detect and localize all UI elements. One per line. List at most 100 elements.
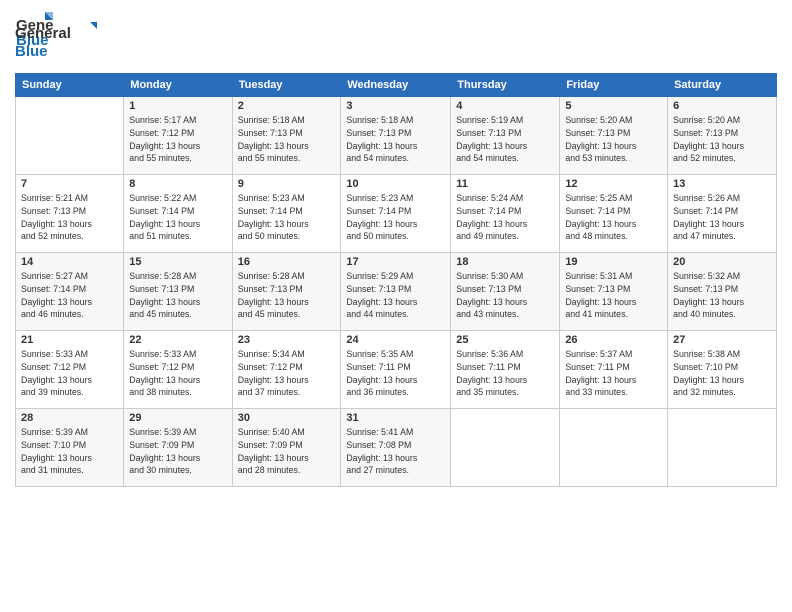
day-number: 3 bbox=[346, 100, 445, 112]
day-number: 11 bbox=[456, 178, 554, 190]
day-number: 14 bbox=[21, 256, 118, 268]
day-info: Sunrise: 5:18 AM Sunset: 7:13 PM Dayligh… bbox=[346, 114, 445, 165]
day-cell: 18Sunrise: 5:30 AM Sunset: 7:13 PM Dayli… bbox=[451, 253, 560, 331]
day-info: Sunrise: 5:41 AM Sunset: 7:08 PM Dayligh… bbox=[346, 426, 445, 477]
day-cell: 30 Sunrise: 5:40 AM Sunset: 7:09 PM Dayli… bbox=[232, 409, 341, 487]
day-cell: 24Sunrise: 5:35 AM Sunset: 7:11 PM Dayli… bbox=[341, 331, 451, 409]
day-cell bbox=[16, 97, 124, 175]
day-info: Sunrise: 5:37 AM Sunset: 7:11 PM Dayligh… bbox=[565, 348, 662, 399]
day-number: 31 bbox=[346, 412, 445, 424]
day-number: 21 bbox=[21, 334, 118, 346]
svg-text:General: General bbox=[15, 25, 71, 42]
day-cell: 21 Sunrise: 5:33 AM Sunset: 7:12 PM Dayli… bbox=[16, 331, 124, 409]
day-info: Sunrise: 5:36 AM Sunset: 7:11 PM Dayligh… bbox=[456, 348, 554, 399]
day-info: Sunrise: 5:32 AM Sunset: 7:13 PM Dayligh… bbox=[673, 270, 771, 321]
svg-text:Blue: Blue bbox=[15, 43, 48, 60]
week-row-2: 7 Sunrise: 5:21 AM Sunset: 7:13 PM Daylig… bbox=[16, 175, 777, 253]
day-number: 19 bbox=[565, 256, 662, 268]
day-info: Sunrise: 5:25 AM Sunset: 7:14 PM Dayligh… bbox=[565, 192, 662, 243]
day-cell: 13 Sunrise: 5:26 AM Sunset: 7:14 PM Dayli… bbox=[668, 175, 777, 253]
day-cell: 7 Sunrise: 5:21 AM Sunset: 7:13 PM Daylig… bbox=[16, 175, 124, 253]
day-cell: 9 Sunrise: 5:23 AM Sunset: 7:14 PM Daylig… bbox=[232, 175, 341, 253]
day-info: Sunrise: 5:17 AM Sunset: 7:12 PM Dayligh… bbox=[129, 114, 226, 165]
day-cell bbox=[451, 409, 560, 487]
day-number: 30 bbox=[238, 412, 336, 424]
week-row-1: 1 Sunrise: 5:17 AM Sunset: 7:12 PM Daylig… bbox=[16, 97, 777, 175]
day-cell: 27 Sunrise: 5:38 AM Sunset: 7:10 PM Dayli… bbox=[668, 331, 777, 409]
day-cell: 17 Sunrise: 5:29 AM Sunset: 7:13 PM Dayli… bbox=[341, 253, 451, 331]
day-info: Sunrise: 5:33 AM Sunset: 7:12 PM Dayligh… bbox=[21, 348, 118, 399]
day-info: Sunrise: 5:23 AM Sunset: 7:14 PM Dayligh… bbox=[238, 192, 336, 243]
day-number: 25 bbox=[456, 334, 554, 346]
day-info: Sunrise: 5:21 AM Sunset: 7:13 PM Dayligh… bbox=[21, 192, 118, 243]
day-number: 4 bbox=[456, 100, 554, 112]
day-info: Sunrise: 5:34 AM Sunset: 7:12 PM Dayligh… bbox=[238, 348, 336, 399]
day-number: 8 bbox=[129, 178, 226, 190]
day-number: 28 bbox=[21, 412, 118, 424]
day-info: Sunrise: 5:28 AM Sunset: 7:13 PM Dayligh… bbox=[129, 270, 226, 321]
day-cell: 3 Sunrise: 5:18 AM Sunset: 7:13 PM Daylig… bbox=[341, 97, 451, 175]
day-cell: 6 Sunrise: 5:20 AM Sunset: 7:13 PM Daylig… bbox=[668, 97, 777, 175]
day-info: Sunrise: 5:20 AM Sunset: 7:13 PM Dayligh… bbox=[673, 114, 771, 165]
day-number: 13 bbox=[673, 178, 771, 190]
day-info: Sunrise: 5:19 AM Sunset: 7:13 PM Dayligh… bbox=[456, 114, 554, 165]
col-header-saturday: Saturday bbox=[668, 74, 777, 97]
day-number: 26 bbox=[565, 334, 662, 346]
day-cell: 22 Sunrise: 5:33 AM Sunset: 7:12 PM Dayli… bbox=[124, 331, 232, 409]
day-number: 12 bbox=[565, 178, 662, 190]
day-number: 6 bbox=[673, 100, 771, 112]
day-cell bbox=[668, 409, 777, 487]
day-number: 17 bbox=[346, 256, 445, 268]
col-header-sunday: Sunday bbox=[16, 74, 124, 97]
week-row-5: 28 Sunrise: 5:39 AM Sunset: 7:10 PM Dayli… bbox=[16, 409, 777, 487]
day-info: Sunrise: 5:29 AM Sunset: 7:13 PM Dayligh… bbox=[346, 270, 445, 321]
day-number: 10 bbox=[346, 178, 445, 190]
day-info: Sunrise: 5:22 AM Sunset: 7:14 PM Dayligh… bbox=[129, 192, 226, 243]
day-info: Sunrise: 5:35 AM Sunset: 7:11 PM Dayligh… bbox=[346, 348, 445, 399]
day-info: Sunrise: 5:26 AM Sunset: 7:14 PM Dayligh… bbox=[673, 192, 771, 243]
day-cell: 25 Sunrise: 5:36 AM Sunset: 7:11 PM Dayli… bbox=[451, 331, 560, 409]
day-cell: 8 Sunrise: 5:22 AM Sunset: 7:14 PM Daylig… bbox=[124, 175, 232, 253]
logo-svg: General Blue bbox=[15, 20, 105, 62]
calendar-table: SundayMondayTuesdayWednesdayThursdayFrid… bbox=[15, 73, 777, 487]
day-cell: 23 Sunrise: 5:34 AM Sunset: 7:12 PM Dayli… bbox=[232, 331, 341, 409]
day-cell: 26 Sunrise: 5:37 AM Sunset: 7:11 PM Dayli… bbox=[560, 331, 668, 409]
header: General Blue General Blue bbox=[15, 10, 777, 67]
col-header-friday: Friday bbox=[560, 74, 668, 97]
day-cell: 19 Sunrise: 5:31 AM Sunset: 7:13 PM Dayli… bbox=[560, 253, 668, 331]
col-header-tuesday: Tuesday bbox=[232, 74, 341, 97]
day-number: 16 bbox=[238, 256, 336, 268]
day-cell: 11Sunrise: 5:24 AM Sunset: 7:14 PM Dayli… bbox=[451, 175, 560, 253]
day-cell: 12 Sunrise: 5:25 AM Sunset: 7:14 PM Dayli… bbox=[560, 175, 668, 253]
day-info: Sunrise: 5:28 AM Sunset: 7:13 PM Dayligh… bbox=[238, 270, 336, 321]
day-number: 1 bbox=[129, 100, 226, 112]
day-number: 18 bbox=[456, 256, 554, 268]
col-header-wednesday: Wednesday bbox=[341, 74, 451, 97]
day-number: 2 bbox=[238, 100, 336, 112]
day-number: 29 bbox=[129, 412, 226, 424]
col-header-thursday: Thursday bbox=[451, 74, 560, 97]
day-cell: 28 Sunrise: 5:39 AM Sunset: 7:10 PM Dayli… bbox=[16, 409, 124, 487]
day-cell: 31 Sunrise: 5:41 AM Sunset: 7:08 PM Dayli… bbox=[341, 409, 451, 487]
day-number: 23 bbox=[238, 334, 336, 346]
day-cell: 14Sunrise: 5:27 AM Sunset: 7:14 PM Dayli… bbox=[16, 253, 124, 331]
day-info: Sunrise: 5:33 AM Sunset: 7:12 PM Dayligh… bbox=[129, 348, 226, 399]
day-cell: 29Sunrise: 5:39 AM Sunset: 7:09 PM Dayli… bbox=[124, 409, 232, 487]
day-info: Sunrise: 5:23 AM Sunset: 7:14 PM Dayligh… bbox=[346, 192, 445, 243]
day-cell: 1 Sunrise: 5:17 AM Sunset: 7:12 PM Daylig… bbox=[124, 97, 232, 175]
day-cell: 10 Sunrise: 5:23 AM Sunset: 7:14 PM Dayli… bbox=[341, 175, 451, 253]
day-cell: 16 Sunrise: 5:28 AM Sunset: 7:13 PM Dayli… bbox=[232, 253, 341, 331]
day-info: Sunrise: 5:31 AM Sunset: 7:13 PM Dayligh… bbox=[565, 270, 662, 321]
day-info: Sunrise: 5:39 AM Sunset: 7:10 PM Dayligh… bbox=[21, 426, 118, 477]
day-cell: 15Sunrise: 5:28 AM Sunset: 7:13 PM Dayli… bbox=[124, 253, 232, 331]
week-row-3: 14Sunrise: 5:27 AM Sunset: 7:14 PM Dayli… bbox=[16, 253, 777, 331]
day-number: 7 bbox=[21, 178, 118, 190]
day-number: 27 bbox=[673, 334, 771, 346]
day-info: Sunrise: 5:38 AM Sunset: 7:10 PM Dayligh… bbox=[673, 348, 771, 399]
week-row-4: 21 Sunrise: 5:33 AM Sunset: 7:12 PM Dayli… bbox=[16, 331, 777, 409]
day-number: 9 bbox=[238, 178, 336, 190]
day-number: 22 bbox=[129, 334, 226, 346]
day-cell: 5Sunrise: 5:20 AM Sunset: 7:13 PM Daylig… bbox=[560, 97, 668, 175]
day-info: Sunrise: 5:40 AM Sunset: 7:09 PM Dayligh… bbox=[238, 426, 336, 477]
col-header-monday: Monday bbox=[124, 74, 232, 97]
